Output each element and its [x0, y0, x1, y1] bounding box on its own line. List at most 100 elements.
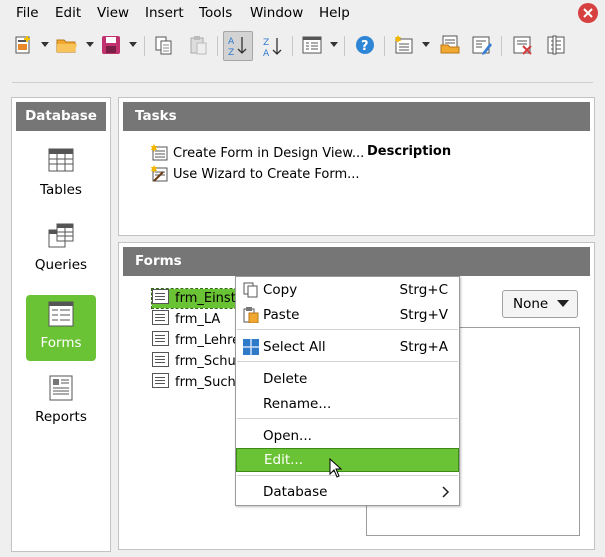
- db-item-reports[interactable]: Reports: [26, 369, 96, 435]
- save-dropdown-arrow[interactable]: [129, 42, 137, 47]
- tables-icon: [48, 148, 74, 172]
- toolbar: AZ ZA ?: [0, 28, 605, 64]
- svg-text:A: A: [263, 49, 270, 59]
- form-design-icon: [151, 144, 168, 161]
- new-form-dropdown-arrow[interactable]: [422, 42, 430, 47]
- db-item-queries[interactable]: Queries: [26, 217, 96, 283]
- sort-ascending-icon: AZ: [228, 37, 247, 58]
- delete-form-icon: [513, 36, 532, 55]
- db-item-tables-label: Tables: [40, 182, 82, 198]
- form-list-item[interactable]: frm_Schule: [152, 352, 247, 371]
- context-menu-separator: [237, 361, 458, 362]
- help-icon: ?: [356, 36, 374, 54]
- context-menu-separator: [237, 418, 458, 419]
- forms-icon: [48, 301, 74, 327]
- context-menu-delete[interactable]: Delete: [237, 368, 458, 390]
- paste-icon: [190, 36, 207, 55]
- form-icon: [302, 36, 322, 54]
- properties-button[interactable]: [543, 32, 569, 58]
- db-item-forms[interactable]: Forms: [26, 295, 96, 361]
- svg-text:?: ?: [361, 39, 369, 54]
- open-button[interactable]: [53, 32, 79, 58]
- new-document-button[interactable]: [10, 32, 36, 58]
- close-document-button[interactable]: [578, 3, 598, 23]
- form-list-item[interactable]: frm_Suche: [152, 373, 244, 392]
- save-icon: [102, 36, 120, 54]
- context-menu: Copy Strg+C Paste Strg+V Select All Strg…: [235, 276, 460, 506]
- close-icon: [583, 8, 593, 18]
- db-item-forms-label: Forms: [40, 335, 82, 351]
- form-list-item[interactable]: frm_LA: [152, 310, 220, 329]
- paste-icon: [243, 307, 259, 323]
- sort-ascending-button[interactable]: AZ: [223, 31, 253, 61]
- context-menu-separator: [237, 475, 458, 476]
- task-use-wizard[interactable]: Use Wizard to Create Form...: [151, 165, 360, 182]
- db-item-queries-label: Queries: [34, 257, 88, 273]
- form-icon: [152, 331, 169, 346]
- copy-button[interactable]: [151, 32, 177, 58]
- database-panel: Database Tables Queries Forms Reports: [11, 97, 111, 552]
- tasks-panel-title: Tasks: [123, 102, 590, 131]
- properties-icon: [547, 35, 565, 55]
- svg-text:Z: Z: [263, 38, 269, 48]
- save-button[interactable]: [98, 32, 124, 58]
- help-button[interactable]: ?: [352, 32, 378, 58]
- mouse-cursor-icon: [329, 458, 343, 478]
- menu-help[interactable]: Help: [319, 5, 350, 21]
- context-menu-select-all[interactable]: Select All Strg+A: [237, 336, 458, 358]
- context-menu-database[interactable]: Database: [237, 481, 458, 503]
- toolbar-separator: [501, 36, 502, 56]
- form-icon: [152, 289, 169, 304]
- form-icon: [152, 310, 169, 325]
- form-button[interactable]: [299, 32, 325, 58]
- context-menu-open[interactable]: Open...: [237, 425, 458, 447]
- preview-select-value: None: [513, 296, 549, 312]
- menu-edit[interactable]: Edit: [55, 5, 81, 21]
- menu-window[interactable]: Window: [250, 5, 303, 21]
- paste-button[interactable]: [185, 32, 211, 58]
- preview-select[interactable]: None: [502, 290, 578, 318]
- task-create-form-design[interactable]: Create Form in Design View...: [151, 144, 364, 161]
- menubar: File Edit View Insert Tools Window Help: [0, 0, 605, 26]
- form-dropdown-arrow[interactable]: [330, 42, 338, 47]
- context-menu-edit[interactable]: Edit...: [236, 448, 459, 472]
- toolbar-separator: [292, 36, 293, 56]
- open-dropdown-arrow[interactable]: [86, 42, 94, 47]
- edit-form-button[interactable]: [469, 32, 495, 58]
- chevron-down-icon: [557, 300, 569, 307]
- open-form-icon: [440, 35, 460, 54]
- reports-icon: [49, 375, 73, 401]
- toolbar-divider: [12, 82, 593, 83]
- forms-panel-title: Forms: [123, 247, 590, 276]
- menu-view[interactable]: View: [97, 5, 129, 21]
- new-form-button[interactable]: [391, 32, 417, 58]
- context-menu-rename[interactable]: Rename...: [237, 393, 458, 415]
- toolbar-separator: [144, 36, 145, 56]
- open-form-button[interactable]: [437, 32, 463, 58]
- delete-form-button[interactable]: [510, 32, 536, 58]
- db-item-reports-label: Reports: [35, 409, 87, 425]
- new-dropdown-arrow[interactable]: [41, 42, 49, 47]
- form-list-item[interactable]: frm_Lehre: [152, 331, 240, 350]
- select-all-icon: [243, 339, 259, 355]
- context-menu-separator: [237, 329, 458, 330]
- context-menu-paste[interactable]: Paste Strg+V: [237, 304, 458, 326]
- sort-descending-button[interactable]: ZA: [258, 32, 284, 59]
- description-heading: Description: [367, 144, 452, 159]
- form-icon: [152, 352, 169, 367]
- menu-tools[interactable]: Tools: [199, 5, 232, 21]
- chevron-right-icon: [442, 486, 450, 498]
- tasks-panel: Tasks Create Form in Design View... Use …: [118, 97, 595, 236]
- open-folder-icon: [56, 39, 77, 53]
- menu-insert[interactable]: Insert: [145, 5, 184, 21]
- context-menu-copy[interactable]: Copy Strg+C: [237, 279, 458, 301]
- sort-descending-icon: ZA: [263, 38, 282, 59]
- task-use-wizard-label: Use Wizard to Create Form...: [173, 167, 360, 182]
- svg-text:A: A: [228, 37, 235, 47]
- toolbar-separator: [384, 36, 385, 56]
- db-item-tables[interactable]: Tables: [26, 142, 96, 208]
- menu-file[interactable]: File: [16, 5, 39, 21]
- form-icon: [152, 373, 169, 388]
- toolbar-separator: [344, 36, 345, 56]
- edit-form-icon: [472, 36, 492, 55]
